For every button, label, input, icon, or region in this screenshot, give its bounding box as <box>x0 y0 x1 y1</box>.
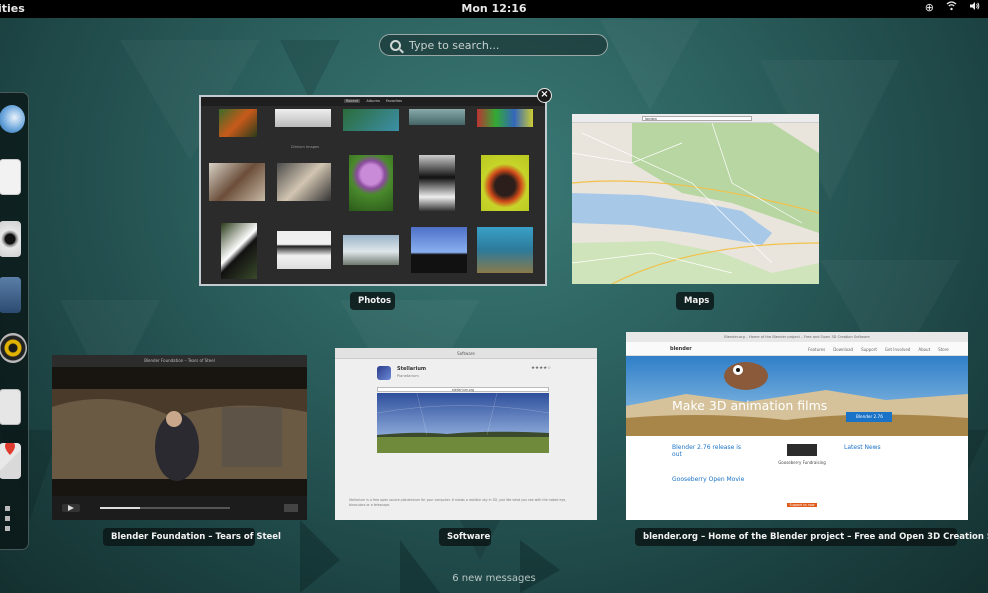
search-input[interactable] <box>409 38 589 52</box>
system-icon[interactable] <box>0 389 21 425</box>
browser-title: Blender.org – Home of the Blender projec… <box>626 332 968 342</box>
window-blender-web[interactable]: Blender.org – Home of the Blender projec… <box>626 332 968 520</box>
news-column-2: Gooseberry Fundraising Support us now <box>772 444 832 507</box>
volume-icon[interactable] <box>969 1 980 14</box>
window-label-blender[interactable]: blender.org – Home of the Blender projec… <box>635 528 988 546</box>
download-button[interactable]: Blender 2.76 <box>856 414 883 419</box>
clock[interactable]: Mon 12:16 <box>0 2 988 15</box>
nav-support[interactable]: Support <box>861 347 877 352</box>
tab-recent[interactable]: Recent <box>344 99 361 103</box>
hero-heading: Make 3D animation films <box>672 398 828 413</box>
blender-logo[interactable]: blender <box>670 346 692 352</box>
maps-header: london <box>572 114 819 123</box>
window-video-player[interactable]: Blender Foundation – Tears of Steel <box>52 355 307 520</box>
video-frame <box>52 367 307 497</box>
photo-thumbnail[interactable] <box>409 109 465 125</box>
window-photos[interactable]: Recent Albums Favorites Dinkum Images <box>199 95 547 286</box>
photos-section-caption: Dinkum Images <box>291 145 320 149</box>
app-title: Stellarium <box>397 366 427 372</box>
top-bar: ities Mon 12:16 ⊕ <box>0 0 988 18</box>
close-window-button[interactable]: × <box>537 88 552 103</box>
video-title: Blender Foundation – Tears of Steel <box>52 355 307 367</box>
screenshot-caption: stellarium.org <box>377 387 549 392</box>
window-label-maps[interactable]: Maps <box>676 292 714 310</box>
nav-get-involved[interactable]: Get Involved <box>885 347 910 352</box>
photo-thumbnail[interactable] <box>419 155 455 211</box>
show-applications-icon[interactable] <box>5 506 17 534</box>
photo-thumbnail[interactable] <box>209 163 265 201</box>
maps-search-field[interactable]: london <box>642 116 752 121</box>
message-tray-indicator[interactable]: 6 new messages <box>0 573 988 584</box>
photo-thumbnail[interactable] <box>481 155 529 211</box>
web-browser-icon[interactable] <box>0 105 25 133</box>
photos-tabs: Recent Albums Favorites <box>344 99 402 103</box>
site-navigation: blender Features Download Support Get In… <box>626 342 968 356</box>
video-controls[interactable] <box>52 496 307 520</box>
news-heading-2[interactable]: Gooseberry Open Movie <box>672 476 752 483</box>
window-software[interactable]: Software Stellarium Planetarium ★★★★☆ st… <box>335 348 597 520</box>
system-tray[interactable]: ⊕ <box>925 1 980 14</box>
nav-features[interactable]: Features <box>808 347 825 352</box>
nav-download[interactable]: Download <box>833 347 853 352</box>
photo-thumbnail[interactable] <box>277 163 331 201</box>
tab-albums[interactable]: Albums <box>366 99 379 103</box>
map-canvas[interactable] <box>572 123 819 284</box>
wifi-icon[interactable] <box>946 1 957 14</box>
photo-thumbnail[interactable] <box>219 109 257 137</box>
dash <box>0 92 29 550</box>
app-icon-stellarium <box>377 366 391 380</box>
window-label-video[interactable]: Blender Foundation – Tears of Steel <box>103 528 281 546</box>
fundraising-heading: Gooseberry Fundraising <box>778 460 826 465</box>
nav-about[interactable]: About <box>918 347 930 352</box>
hero-banner <box>626 356 968 436</box>
software-header: Software <box>335 348 597 359</box>
app-subtitle: Planetarium <box>397 374 419 378</box>
news-column-1: Blender 2.76 release is out Gooseberry O… <box>672 444 752 483</box>
news-heading-1[interactable]: Blender 2.76 release is out <box>672 444 752 458</box>
window-label-photos[interactable]: Photos <box>350 292 395 310</box>
search-icon <box>390 39 401 51</box>
photo-thumbnail[interactable] <box>411 227 467 273</box>
speaker-icon[interactable] <box>0 333 27 363</box>
photo-thumbnail[interactable] <box>277 231 331 269</box>
app-description: Stellarium is a free open source planeta… <box>349 498 567 507</box>
photo-thumbnail[interactable] <box>349 155 393 211</box>
maps-pin-icon[interactable] <box>0 441 21 479</box>
documents-icon[interactable] <box>0 159 21 195</box>
accessibility-icon[interactable]: ⊕ <box>925 1 934 14</box>
support-button[interactable]: Support us now <box>787 503 817 507</box>
search-entry[interactable] <box>379 34 608 56</box>
latest-news-heading: Latest News <box>844 444 881 451</box>
tab-favorites[interactable]: Favorites <box>386 99 402 103</box>
camera-icon[interactable] <box>0 221 21 257</box>
files-icon[interactable] <box>0 277 21 313</box>
nav-store[interactable]: Store <box>938 347 949 352</box>
photo-thumbnail[interactable] <box>221 223 257 279</box>
window-label-software[interactable]: Software <box>439 528 491 546</box>
photo-thumbnail[interactable] <box>343 109 399 131</box>
photo-thumbnail[interactable] <box>477 227 533 273</box>
news-column-3: Latest News <box>844 444 924 451</box>
photo-thumbnail[interactable] <box>275 109 331 127</box>
rating-stars: ★★★★☆ <box>531 366 552 371</box>
window-maps[interactable]: london <box>572 114 819 284</box>
photo-thumbnail[interactable] <box>343 235 399 265</box>
photo-thumbnail[interactable] <box>477 109 533 127</box>
app-screenshot[interactable] <box>377 393 549 453</box>
